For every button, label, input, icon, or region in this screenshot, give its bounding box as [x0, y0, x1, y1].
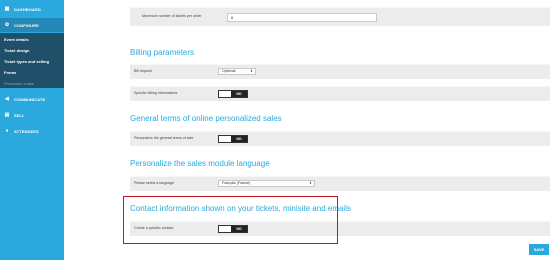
nav-configure[interactable]: ⚙ CONFIGURE: [0, 18, 64, 32]
nav-communicate-label: COMMUNICATE: [14, 96, 46, 102]
grid-icon: ▦: [4, 6, 10, 12]
terms-toggle[interactable]: NO: [218, 135, 248, 143]
language-select[interactable]: Français (France) ⬍: [218, 180, 315, 187]
bill-request-value: Optional: [222, 69, 236, 73]
nav-dashboard-label: DASHBOARD: [14, 6, 41, 12]
submenu-forms[interactable]: Forms: [4, 70, 16, 75]
bill-request-select[interactable]: Optional ⬍: [218, 68, 256, 75]
nav-attendees-label: ATTENDEES: [14, 128, 39, 134]
max-tickets-input[interactable]: 6: [227, 13, 377, 22]
submenu-ticket-types[interactable]: Ticket types and selling: [4, 59, 49, 64]
max-tickets-row: Maximum number of tickets per order 6: [130, 7, 550, 26]
specific-billing-toggle[interactable]: NO: [218, 90, 248, 98]
configure-submenu: Event details Ticket design Ticket types…: [0, 33, 64, 88]
select-arrow-icon: ⬍: [250, 69, 253, 73]
toggle-state: NO: [231, 136, 247, 142]
highlight-box: [123, 196, 338, 244]
terms-label: Personalize the general terms of sale: [134, 136, 194, 140]
cash-register-icon: ▤: [4, 112, 10, 118]
bill-request-label: Bill request: [134, 69, 152, 73]
billing-section-title: Billing parameters: [130, 48, 195, 57]
save-button[interactable]: SAVE: [529, 244, 549, 255]
specific-billing-row: Specific billing informations NO: [130, 86, 550, 101]
language-label: Please select a language: [134, 181, 175, 185]
nav-sell[interactable]: ▤ SELL: [0, 108, 64, 122]
language-row: Please select a language Français (Franc…: [130, 176, 550, 191]
bill-request-row: Bill request Optional ⬍: [130, 64, 550, 79]
gear-icon: ⚙: [4, 22, 10, 28]
person-icon: ●: [5, 128, 9, 134]
submenu-event-details[interactable]: Event details: [4, 37, 29, 42]
nav-attendees[interactable]: ● ATTENDEES: [0, 124, 64, 138]
submenu-promotion-codes[interactable]: Promotion codes: [4, 81, 34, 86]
select-arrow-icon: ⬍: [309, 181, 312, 185]
nav-sell-label: SELL: [14, 112, 25, 118]
sidebar: ▦ DASHBOARD ⚙ CONFIGURE Event details Ti…: [0, 0, 64, 260]
language-section-title: Personalize the sales module language: [130, 159, 270, 168]
terms-row: Personalize the general terms of sale NO: [130, 131, 550, 146]
nav-communicate[interactable]: ◀ COMMUNICATE: [0, 92, 64, 106]
specific-billing-label: Specific billing informations: [134, 91, 178, 95]
nav-configure-label: CONFIGURE: [14, 22, 39, 28]
nav-dashboard[interactable]: ▦ DASHBOARD: [0, 2, 64, 16]
submenu-ticket-design[interactable]: Ticket design: [4, 48, 30, 53]
language-value: Français (France): [222, 181, 251, 185]
megaphone-icon: ◀: [5, 96, 9, 102]
max-tickets-label: Maximum number of tickets per order: [142, 14, 202, 18]
terms-section-title: General terms of online personalized sal…: [130, 114, 282, 123]
toggle-state: NO: [231, 91, 247, 97]
